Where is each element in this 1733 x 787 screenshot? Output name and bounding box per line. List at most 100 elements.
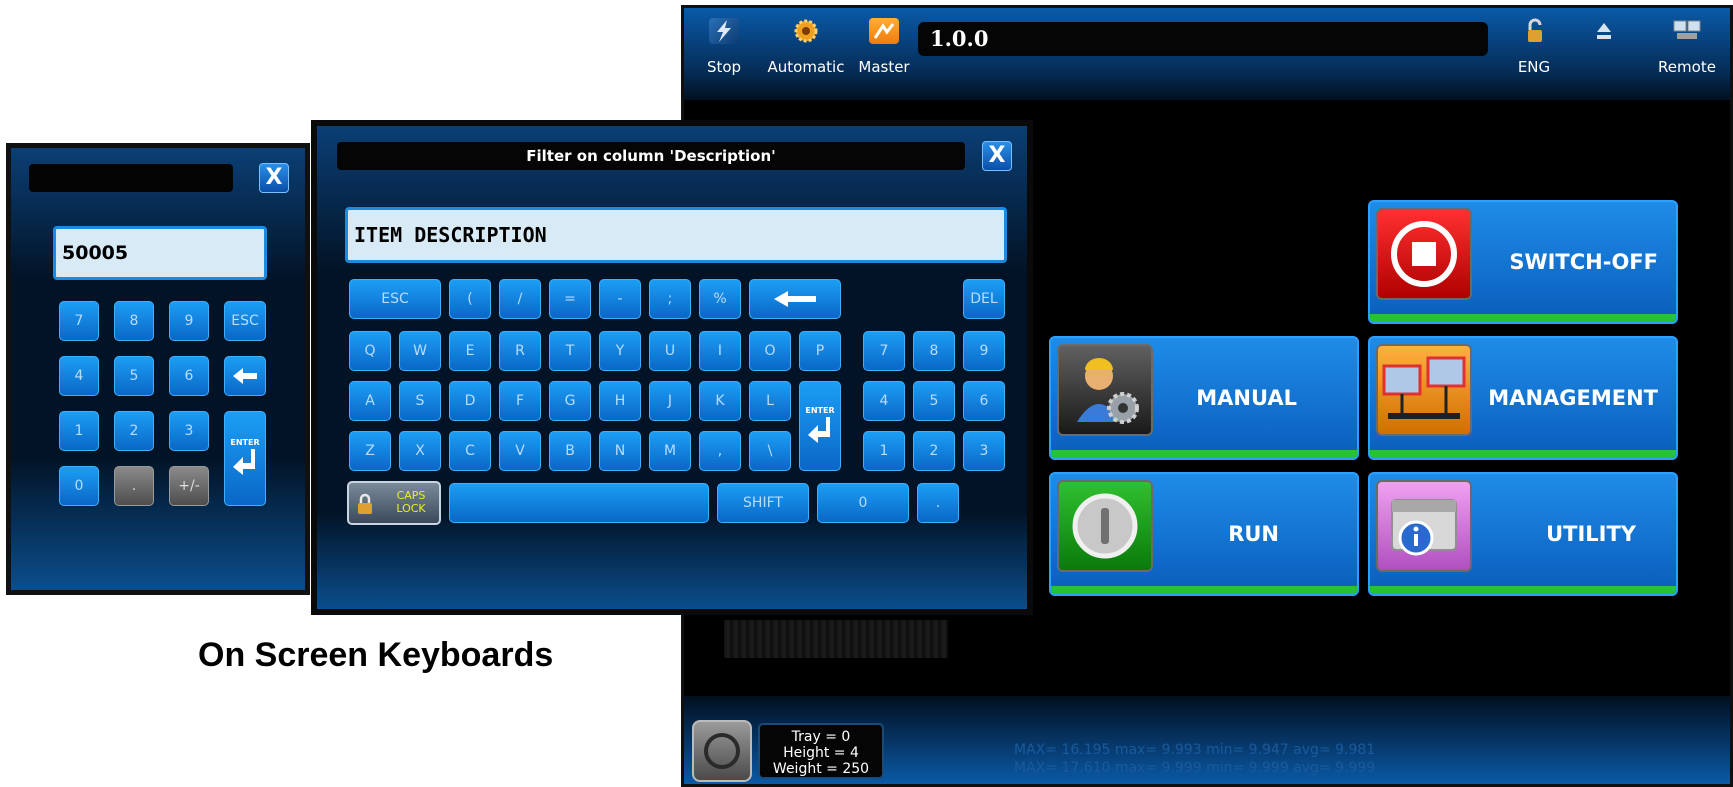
enter-label: ENTER — [230, 438, 260, 447]
key-slash[interactable]: / — [499, 279, 541, 319]
key-z[interactable]: Z — [349, 431, 391, 471]
run-button[interactable]: RUN — [1049, 472, 1359, 596]
key-m[interactable]: M — [649, 431, 691, 471]
key-8[interactable]: 8 — [114, 301, 154, 341]
switch-off-button[interactable]: SWITCH-OFF — [1368, 200, 1678, 324]
key-e[interactable]: E — [449, 331, 491, 371]
key-1[interactable]: 1 — [863, 431, 905, 471]
key-y[interactable]: Y — [599, 331, 641, 371]
enter-key[interactable]: ENTER — [799, 381, 841, 471]
filter-input[interactable]: ITEM DESCRIPTION — [345, 207, 1007, 263]
key-o[interactable]: O — [749, 331, 791, 371]
key-0[interactable]: 0 — [59, 466, 99, 506]
key-esc[interactable]: ESC — [224, 301, 266, 341]
keyboard-close-button[interactable]: X — [982, 141, 1012, 171]
management-label: MANAGEMENT — [1488, 386, 1658, 410]
eject-button[interactable] — [1584, 18, 1624, 58]
key-4[interactable]: 4 — [863, 381, 905, 421]
key-t[interactable]: T — [549, 331, 591, 371]
key-g[interactable]: G — [549, 381, 591, 421]
automatic-label: Automatic — [767, 58, 845, 76]
key-plus-minus[interactable]: +/- — [169, 466, 209, 506]
key-h[interactable]: H — [599, 381, 641, 421]
key-2[interactable]: 2 — [114, 411, 154, 451]
key-k[interactable]: K — [699, 381, 741, 421]
key-c[interactable]: C — [449, 431, 491, 471]
key-n[interactable]: N — [599, 431, 641, 471]
key-2[interactable]: 2 — [913, 431, 955, 471]
backspace-key[interactable] — [749, 279, 841, 319]
key-b[interactable]: B — [549, 431, 591, 471]
manual-button[interactable]: MANUAL — [1049, 336, 1359, 460]
key-v[interactable]: V — [499, 431, 541, 471]
key-f[interactable]: F — [499, 381, 541, 421]
shift-key[interactable]: SHIFT — [717, 483, 809, 523]
operator-gear-icon — [1057, 344, 1153, 436]
key-w[interactable]: W — [399, 331, 441, 371]
management-button[interactable]: MANAGEMENT — [1368, 336, 1678, 460]
tray-value: Tray = 0 — [791, 729, 851, 745]
key-4[interactable]: 4 — [59, 356, 99, 396]
key-6[interactable]: 6 — [963, 381, 1005, 421]
stop-button[interactable]: Stop — [702, 18, 746, 76]
key-9[interactable]: 9 — [963, 331, 1005, 371]
key-l[interactable]: L — [749, 381, 791, 421]
backspace-key[interactable] — [224, 356, 266, 396]
version-display: 1.0.0 — [918, 22, 1488, 56]
status-stripe — [1051, 450, 1357, 458]
key-decimal[interactable]: . — [917, 483, 959, 523]
language-button[interactable]: ENG — [1514, 18, 1554, 76]
key-percent[interactable]: % — [699, 279, 741, 319]
keyboard-window: Filter on column 'Description' X ITEM DE… — [311, 120, 1033, 615]
remote-button[interactable]: Remote — [1652, 18, 1722, 76]
key-3[interactable]: 3 — [169, 411, 209, 451]
numpad-value-field[interactable]: 50005 — [53, 226, 267, 280]
automatic-button[interactable]: Automatic — [764, 18, 848, 76]
key-i[interactable]: I — [699, 331, 741, 371]
key-5[interactable]: 5 — [913, 381, 955, 421]
key-s[interactable]: S — [399, 381, 441, 421]
numpad-close-button[interactable]: X — [259, 163, 289, 193]
key-0[interactable]: 0 — [817, 483, 909, 523]
key-j[interactable]: J — [649, 381, 691, 421]
key-decimal[interactable]: . — [114, 466, 154, 506]
master-button[interactable]: Master — [856, 18, 912, 76]
key-1[interactable]: 1 — [59, 411, 99, 451]
key-9[interactable]: 9 — [169, 301, 209, 341]
key-3[interactable]: 3 — [963, 431, 1005, 471]
key-7[interactable]: 7 — [863, 331, 905, 371]
numpad-title-bar — [29, 164, 233, 192]
space-key[interactable] — [449, 483, 709, 523]
key-a[interactable]: A — [349, 381, 391, 421]
numeric-keypad-window: X 50005 7 8 9 ESC 4 5 6 1 2 3 ENTER 0 . … — [6, 143, 310, 595]
key-minus[interactable]: - — [599, 279, 641, 319]
key-equals[interactable]: = — [549, 279, 591, 319]
utility-button[interactable]: UTILITY — [1368, 472, 1678, 596]
key-r[interactable]: R — [499, 331, 541, 371]
remote-label: Remote — [1658, 58, 1716, 76]
key-esc[interactable]: ESC — [349, 279, 441, 319]
key-comma[interactable]: , — [699, 431, 741, 471]
key-7[interactable]: 7 — [59, 301, 99, 341]
key-open-paren[interactable]: ( — [449, 279, 491, 319]
stats-line-2: MAX= 17.610 max= 9.999 min= 9.999 avg= 9… — [1014, 760, 1376, 776]
key-backslash[interactable]: \ — [749, 431, 791, 471]
key-semicolon[interactable]: ; — [649, 279, 691, 319]
top-toolbar: Stop Automatic Master 1.0.0 ENG Remote — [684, 8, 1730, 100]
keyboard-title: Filter on column 'Description' — [337, 142, 965, 170]
run-label: RUN — [1228, 522, 1279, 546]
key-q[interactable]: Q — [349, 331, 391, 371]
key-p[interactable]: P — [799, 331, 841, 371]
key-del[interactable]: DEL — [963, 279, 1005, 319]
caps-lock-key[interactable]: CAPS LOCK — [347, 481, 441, 525]
enter-key[interactable]: ENTER — [224, 411, 266, 506]
eject-icon — [1589, 18, 1619, 44]
key-6[interactable]: 6 — [169, 356, 209, 396]
stats-line-1: MAX= 16.195 max= 9.993 min= 9.947 avg= 9… — [1014, 742, 1376, 758]
circle-button[interactable] — [692, 720, 752, 782]
key-8[interactable]: 8 — [913, 331, 955, 371]
key-d[interactable]: D — [449, 381, 491, 421]
key-u[interactable]: U — [649, 331, 691, 371]
key-5[interactable]: 5 — [114, 356, 154, 396]
key-x[interactable]: X — [399, 431, 441, 471]
